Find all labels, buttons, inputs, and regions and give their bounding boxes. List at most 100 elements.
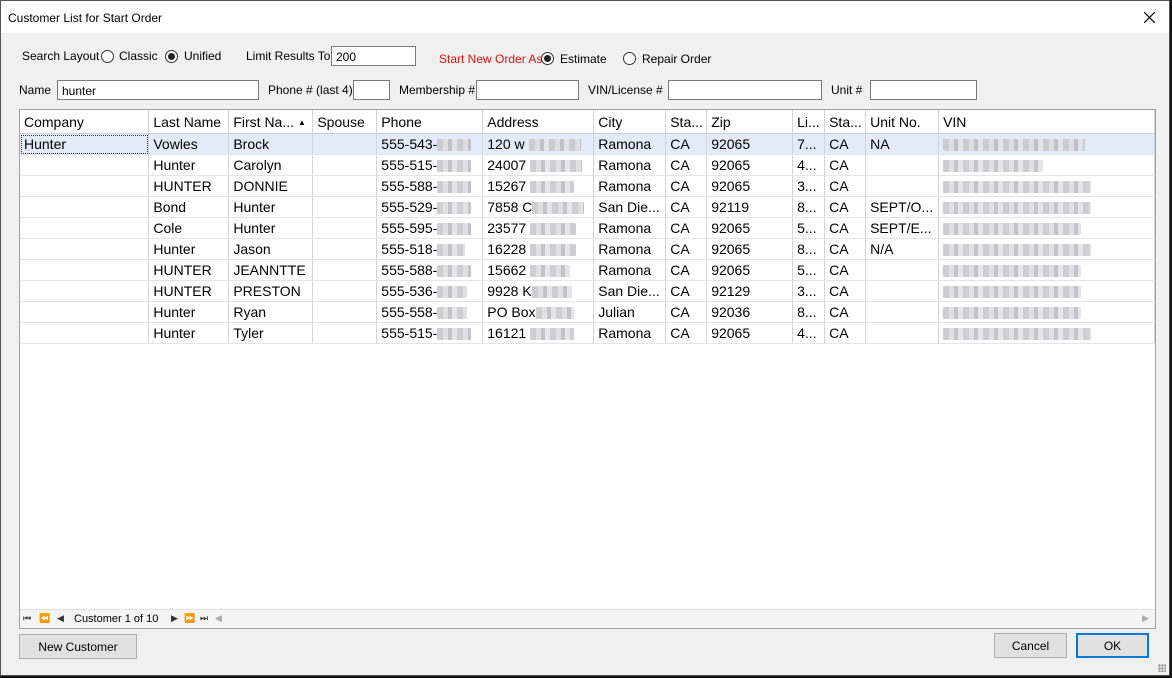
cell-vin[interactable]: [938, 196, 1155, 218]
cell-phone[interactable]: 555-529-: [376, 196, 484, 218]
cell-last-name[interactable]: Hunter: [148, 322, 230, 344]
cell-company[interactable]: [20, 196, 150, 218]
cell-first-name[interactable]: Hunter: [228, 217, 314, 239]
cell-license-state[interactable]: CA: [824, 322, 867, 344]
col-header-first-name[interactable]: First Na... ▲: [228, 110, 314, 134]
cell-state[interactable]: CA: [665, 196, 708, 218]
classic-radio[interactable]: [101, 50, 114, 63]
cell-city[interactable]: Ramona: [593, 322, 667, 344]
phone-input[interactable]: [353, 80, 390, 100]
cell-spouse[interactable]: [312, 322, 378, 344]
cell-first-name[interactable]: JEANNTTE: [228, 259, 314, 281]
cell-city[interactable]: Ramona: [593, 154, 667, 176]
cell-license[interactable]: 5...: [792, 217, 826, 239]
cell-city[interactable]: Ramona: [593, 217, 667, 239]
cell-phone[interactable]: 555-515-: [376, 322, 484, 344]
cell-first-name[interactable]: DONNIE: [228, 175, 314, 197]
vin-license-input[interactable]: [668, 80, 822, 100]
cell-city[interactable]: Ramona: [593, 133, 667, 155]
scroll-right-icon[interactable]: ▶: [1142, 613, 1149, 624]
col-header-license[interactable]: Li...: [792, 110, 826, 134]
cell-address[interactable]: 16121: [482, 322, 595, 344]
cell-vin[interactable]: [938, 322, 1155, 344]
cell-state[interactable]: CA: [665, 259, 708, 281]
cell-city[interactable]: Ramona: [593, 175, 667, 197]
cell-spouse[interactable]: [312, 280, 378, 302]
cell-state[interactable]: CA: [665, 301, 708, 323]
cell-unit-no[interactable]: SEPT/O...: [865, 196, 940, 218]
cell-license[interactable]: 4...: [792, 322, 826, 344]
classic-radio-label[interactable]: Classic: [119, 49, 158, 63]
table-row[interactable]: Bond Hunter 555-529- 7858 C San Die... C…: [20, 196, 1155, 218]
cell-address[interactable]: 15662: [482, 259, 595, 281]
cell-last-name[interactable]: Cole: [148, 217, 230, 239]
col-header-company[interactable]: Company: [20, 110, 150, 134]
cell-spouse[interactable]: [312, 175, 378, 197]
col-header-state[interactable]: Sta...: [665, 110, 708, 134]
cell-company[interactable]: [20, 280, 150, 302]
cell-address[interactable]: 16228: [482, 238, 595, 260]
cell-first-name[interactable]: Brock: [228, 133, 314, 155]
close-button[interactable]: [1129, 1, 1169, 33]
prev-record-icon[interactable]: ◀: [57, 613, 64, 624]
estimate-radio-label[interactable]: Estimate: [560, 52, 607, 66]
cell-zip[interactable]: 92065: [706, 133, 794, 155]
cell-spouse[interactable]: [312, 301, 378, 323]
table-row[interactable]: Hunter Jason 555-518- 16228 Ramona CA 92…: [20, 238, 1155, 260]
cell-zip[interactable]: 92065: [706, 154, 794, 176]
cell-phone[interactable]: 555-543-: [376, 133, 484, 155]
cell-zip[interactable]: 92129: [706, 280, 794, 302]
cell-company[interactable]: [20, 322, 150, 344]
last-page-icon[interactable]: ⏭: [200, 613, 208, 624]
cell-state[interactable]: CA: [665, 133, 708, 155]
repair-order-radio[interactable]: [623, 52, 636, 65]
cell-spouse[interactable]: [312, 133, 378, 155]
cell-license-state[interactable]: CA: [824, 301, 867, 323]
col-header-unit-no[interactable]: Unit No.: [865, 110, 940, 134]
cell-city[interactable]: San Die...: [593, 280, 667, 302]
table-row[interactable]: Hunter Carolyn 555-515- 24007 Ramona CA …: [20, 154, 1155, 176]
cell-license-state[interactable]: CA: [824, 217, 867, 239]
cell-state[interactable]: CA: [665, 280, 708, 302]
cell-zip[interactable]: 92065: [706, 259, 794, 281]
table-row[interactable]: HUNTER PRESTON 555-536- 9928 K San Die..…: [20, 280, 1155, 302]
cell-last-name[interactable]: HUNTER: [148, 175, 230, 197]
customer-grid[interactable]: Company Last Name First Na... ▲ Spouse Ph…: [19, 109, 1156, 629]
cell-license[interactable]: 5...: [792, 259, 826, 281]
table-row[interactable]: Hunter Ryan 555-558- PO Box Julian CA 92…: [20, 301, 1155, 323]
table-row[interactable]: HUNTER JEANNTTE 555-588- 15662 Ramona CA…: [20, 259, 1155, 281]
cell-first-name[interactable]: Hunter: [228, 196, 314, 218]
next-record-icon[interactable]: ▶: [171, 613, 178, 624]
col-header-address[interactable]: Address: [482, 110, 595, 134]
scroll-left-icon[interactable]: ◀: [215, 613, 222, 624]
cell-city[interactable]: San Die...: [593, 196, 667, 218]
cell-first-name[interactable]: Ryan: [228, 301, 314, 323]
cell-address[interactable]: 9928 K: [482, 280, 595, 302]
cell-first-name[interactable]: Tyler: [228, 322, 314, 344]
col-header-phone[interactable]: Phone: [376, 110, 484, 134]
cell-zip[interactable]: 92065: [706, 322, 794, 344]
cell-phone[interactable]: 555-588-: [376, 175, 484, 197]
cell-license-state[interactable]: CA: [824, 259, 867, 281]
cell-unit-no[interactable]: [865, 301, 940, 323]
cell-zip[interactable]: 92036: [706, 301, 794, 323]
cell-zip[interactable]: 92065: [706, 175, 794, 197]
cell-vin[interactable]: [938, 175, 1155, 197]
cell-phone[interactable]: 555-595-: [376, 217, 484, 239]
cell-license[interactable]: 7...: [792, 133, 826, 155]
cell-last-name[interactable]: Hunter: [148, 301, 230, 323]
cell-spouse[interactable]: [312, 217, 378, 239]
cell-phone[interactable]: 555-588-: [376, 259, 484, 281]
cell-unit-no[interactable]: [865, 322, 940, 344]
cell-last-name[interactable]: Hunter: [148, 154, 230, 176]
cell-address[interactable]: 23577: [482, 217, 595, 239]
next-page-icon[interactable]: ⏩: [184, 613, 195, 624]
cell-license[interactable]: 8...: [792, 238, 826, 260]
cell-license-state[interactable]: CA: [824, 133, 867, 155]
cell-state[interactable]: CA: [665, 175, 708, 197]
unit-input[interactable]: [870, 80, 977, 100]
cell-spouse[interactable]: [312, 238, 378, 260]
cell-address[interactable]: 24007: [482, 154, 595, 176]
cell-company[interactable]: [20, 301, 150, 323]
unified-radio[interactable]: [165, 50, 178, 63]
